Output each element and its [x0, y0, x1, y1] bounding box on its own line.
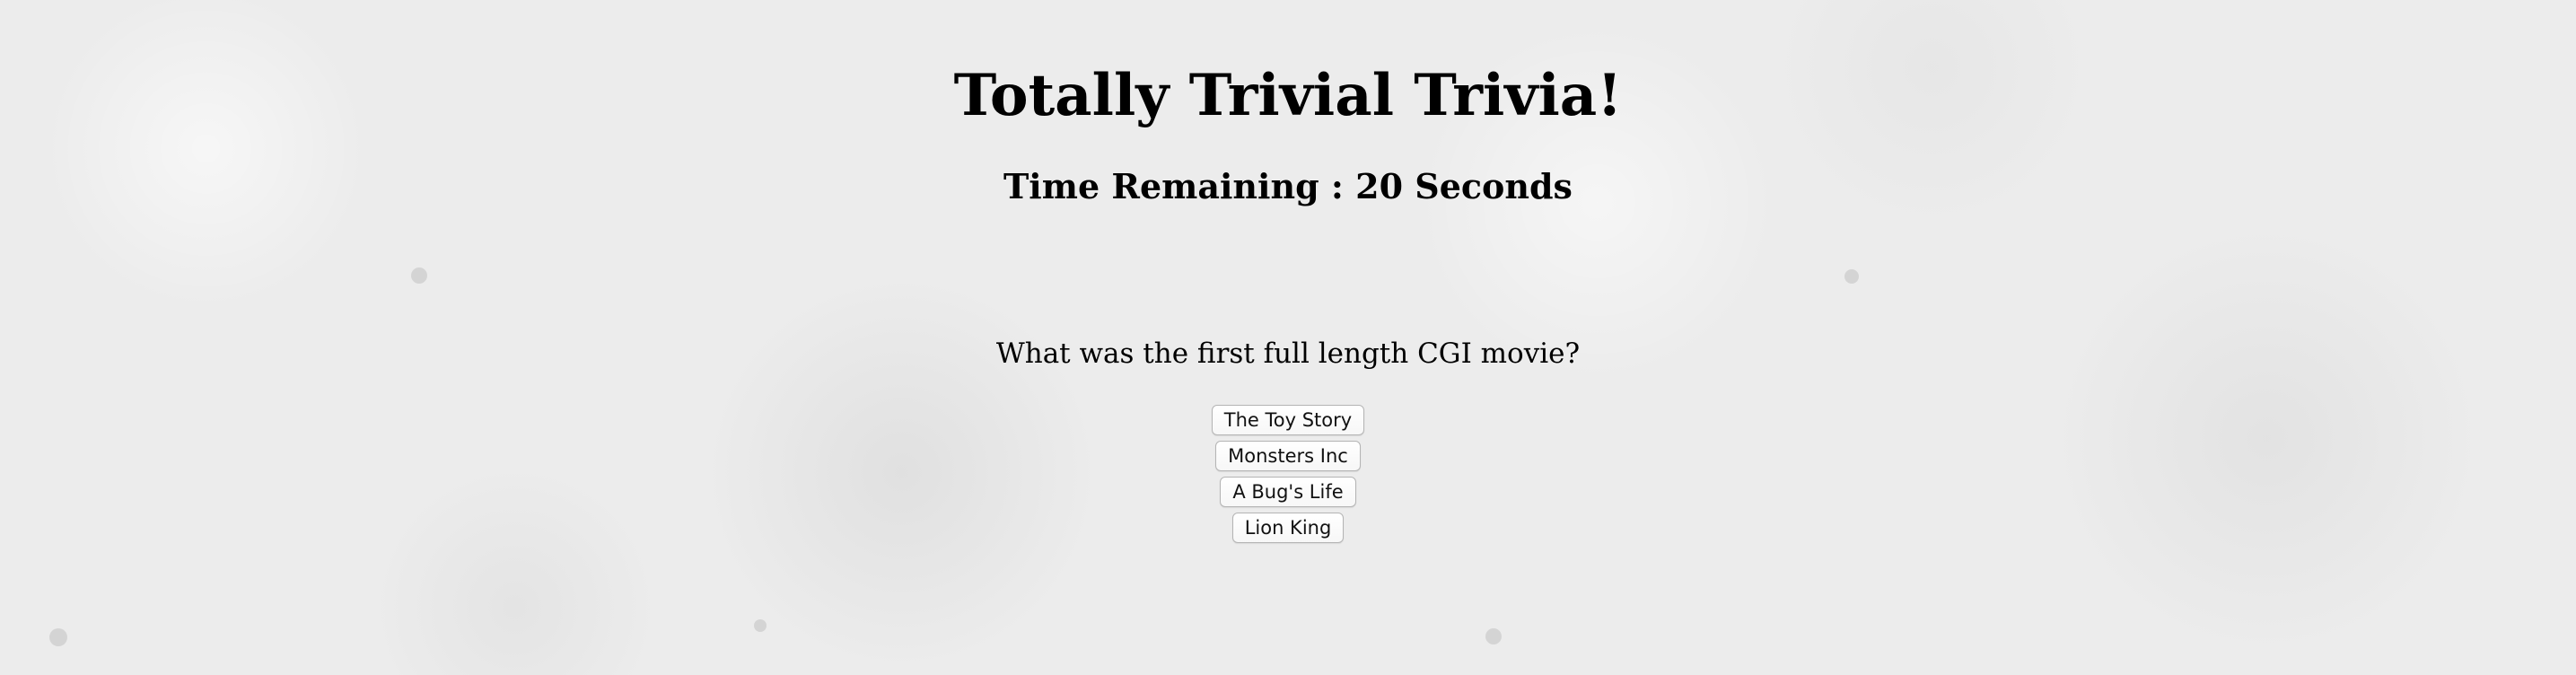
answer-list: The Toy Story Monsters Inc A Bug's Life … [0, 405, 2576, 548]
trivia-game: Totally Trivial Trivia! Time Remaining :… [0, 0, 2576, 675]
answer-button-toy-story[interactable]: The Toy Story [1211, 405, 1365, 435]
timer-seconds-value: 20 [1355, 166, 1404, 206]
answer-button-monsters-inc[interactable]: Monsters Inc [1215, 441, 1361, 471]
timer-label: Time Remaining : [1003, 166, 1356, 206]
game-title: Totally Trivial Trivia! [953, 62, 1623, 129]
answer-button-lion-king[interactable]: Lion King [1231, 513, 1345, 543]
time-remaining: Time Remaining : 20 Seconds [0, 160, 2576, 214]
timer-unit: Seconds [1403, 166, 1573, 206]
question-text: What was the first full length CGI movie… [995, 338, 1581, 370]
answer-button-a-bugs-life[interactable]: A Bug's Life [1220, 477, 1356, 507]
